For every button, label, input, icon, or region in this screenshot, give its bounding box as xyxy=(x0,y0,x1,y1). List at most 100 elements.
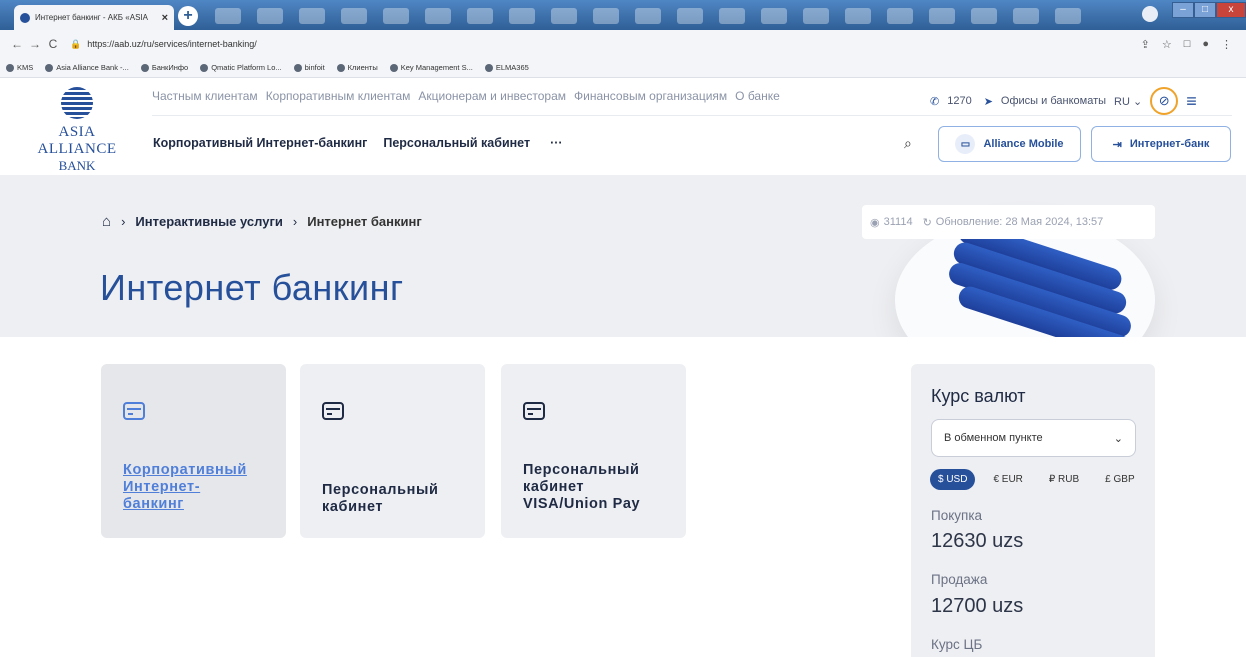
tab-search-icon[interactable] xyxy=(1142,6,1158,22)
reload-icon[interactable]: C xyxy=(44,37,62,51)
share-icon[interactable]: ⇪ xyxy=(1141,38,1150,51)
taskbar-app-icon[interactable] xyxy=(509,8,535,24)
taskbar-app-icon[interactable] xyxy=(803,8,829,24)
card-title[interactable]: Корпоративный Интернет-банкинг xyxy=(123,462,247,513)
rate-source-select[interactable]: В обменном пункте ⌄ xyxy=(931,419,1136,457)
taskbar-app-icon[interactable] xyxy=(593,8,619,24)
url-text[interactable]: https://aab.uz/ru/services/internet-bank… xyxy=(87,39,257,49)
page-title: Интернет банкинг xyxy=(100,267,404,308)
card-title[interactable]: Персональный кабинет xyxy=(322,482,438,516)
hamburger-menu-icon[interactable]: ≡ xyxy=(1186,91,1197,112)
mobile-app-icon: ▭ xyxy=(955,134,976,154)
taskbar-app-icon[interactable] xyxy=(845,8,871,24)
taskbar-app-icon[interactable] xyxy=(1013,8,1039,24)
topnav-shareholders[interactable]: Акционерам и инвесторам xyxy=(418,89,566,103)
tab-rub[interactable]: ₽ RUB xyxy=(1041,469,1087,490)
bookmark[interactable]: KMS xyxy=(6,63,33,72)
bookmark[interactable]: binfoit xyxy=(293,63,325,72)
breadcrumb: ⌂ › Интерактивные услуги › Интернет банк… xyxy=(102,213,422,230)
bookmark[interactable]: ELMA365 xyxy=(484,63,529,72)
window-close-icon[interactable]: x xyxy=(1216,2,1246,18)
new-tab-button[interactable]: + xyxy=(178,6,198,26)
taskbar-app-icon[interactable] xyxy=(257,8,283,24)
hero-section: ⌂ › Интерактивные услуги › Интернет банк… xyxy=(0,175,1246,337)
elma-icon xyxy=(484,63,493,72)
views-eye-icon: ◉ xyxy=(870,216,880,229)
back-icon[interactable]: ← xyxy=(8,37,26,51)
taskbar-app-icon[interactable] xyxy=(467,8,493,24)
accessibility-eye-icon[interactable]: ⊘ xyxy=(1150,87,1179,115)
bookmark[interactable]: БанкИнфо xyxy=(140,63,188,72)
taskbar-app-icon[interactable] xyxy=(299,8,325,24)
card-icon xyxy=(123,402,145,420)
alliance-mobile-button[interactable]: ▭ Alliance Mobile xyxy=(938,126,1081,162)
topnav-financial[interactable]: Финансовым организациям xyxy=(574,89,727,103)
browser-tab[interactable]: Интернет банкинг - АКБ «ASIA × xyxy=(14,5,174,30)
menu-kebab-icon[interactable]: ⋮ xyxy=(1221,38,1232,51)
breadcrumb-interactive-services[interactable]: Интерактивные услуги xyxy=(135,214,282,229)
browser-tabbar: Интернет банкинг - АКБ «ASIA × + – □ x xyxy=(0,0,1246,30)
taskbar-app-icon[interactable] xyxy=(719,8,745,24)
mainnav-personal-cabinet[interactable]: Персональный кабинет xyxy=(383,136,530,150)
taskbar-app-icon[interactable] xyxy=(1055,8,1081,24)
bookmark[interactable]: Asia Alliance Bank -... xyxy=(45,63,129,72)
card-icon xyxy=(523,402,545,420)
card-visa-unionpay[interactable]: Персональный кабинет VISA/Union Pay xyxy=(501,364,686,538)
bank-globe-icon xyxy=(61,87,93,119)
url-field[interactable]: 🔒 https://aab.uz/ru/services/internet-ba… xyxy=(70,39,1141,50)
main-navigation: Корпоративный Интернет-банкинг Персональ… xyxy=(153,136,563,150)
lock-icon[interactable]: 🔒 xyxy=(70,39,81,50)
bookmark[interactable]: Qmatic Platform Lo... xyxy=(200,63,282,72)
forward-icon[interactable]: → xyxy=(26,37,44,51)
card-title[interactable]: Персональный кабинет VISA/Union Pay xyxy=(523,462,640,513)
minimize-icon[interactable]: – xyxy=(1172,2,1194,18)
tab-usd[interactable]: $ USD xyxy=(930,469,976,490)
taskbar-app-icon[interactable] xyxy=(761,8,787,24)
taskbar-app-icon[interactable] xyxy=(635,8,661,24)
bookmark[interactable]: Key Management S... xyxy=(389,63,473,72)
offices-link[interactable]: Офисы и банкоматы xyxy=(1001,95,1106,107)
taskbar-app-icon[interactable] xyxy=(929,8,955,24)
bookmark[interactable]: Клиенты xyxy=(336,63,378,72)
taskbar-app-icon[interactable] xyxy=(383,8,409,24)
breadcrumb-separator: › xyxy=(292,214,298,229)
globe-icon xyxy=(45,63,54,72)
topnav-about[interactable]: О банке xyxy=(735,89,780,103)
sidebar-icon[interactable]: □ xyxy=(1184,38,1191,51)
topnav-private[interactable]: Частным клиентам xyxy=(152,89,258,103)
taskbar-app-icon[interactable] xyxy=(425,8,451,24)
mainnav-more[interactable]: ··· xyxy=(550,136,563,150)
internet-bank-button[interactable]: ⇥ Интернет-банк xyxy=(1091,126,1231,162)
topnav-corporate[interactable]: Корпоративным клиентам xyxy=(266,89,411,103)
card-personal-cabinet[interactable]: Персональный кабинет xyxy=(300,364,485,538)
taskbar-app-icon[interactable] xyxy=(215,8,241,24)
maximize-icon[interactable]: □ xyxy=(1194,2,1216,18)
bank-logo[interactable]: ASIA ALLIANCE BANK xyxy=(18,87,136,173)
globe-icon xyxy=(389,63,398,72)
tab-eur[interactable]: € EUR xyxy=(985,469,1030,490)
globe-icon xyxy=(293,63,302,72)
chevron-down-icon: ⌄ xyxy=(1132,95,1143,108)
home-icon[interactable]: ⌂ xyxy=(102,213,111,230)
tab-gbp[interactable]: £ GBP xyxy=(1097,469,1142,490)
location-arrow-icon: ➤ xyxy=(983,95,993,108)
taskbar-app-icon[interactable] xyxy=(551,8,577,24)
mainnav-corporate-ib[interactable]: Корпоративный Интернет-банкинг xyxy=(153,136,367,150)
tab-title: Интернет банкинг - АКБ «ASIA xyxy=(35,13,148,22)
profile-icon[interactable]: ● xyxy=(1202,38,1209,51)
phone-number[interactable]: 1270 xyxy=(947,95,971,107)
taskbar-app-icon[interactable] xyxy=(341,8,367,24)
globe-icon xyxy=(140,63,149,72)
header-utilities: ✆ 1270 ➤ Офисы и банкоматы RU ⌄ ⊘ ≡ xyxy=(930,87,1197,115)
window-controls: – □ x xyxy=(1172,2,1246,18)
address-bar: ← → C 🔒 https://aab.uz/ru/services/inter… xyxy=(0,30,1246,58)
search-icon[interactable]: ⌕ xyxy=(904,135,912,152)
taskbar-app-icon[interactable] xyxy=(971,8,997,24)
star-icon[interactable]: ☆ xyxy=(1162,38,1172,51)
card-corporate-ib[interactable]: Корпоративный Интернет-банкинг xyxy=(101,364,286,538)
tab-close-icon[interactable]: × xyxy=(162,12,168,24)
taskbar-app-icon[interactable] xyxy=(887,8,913,24)
language-selector[interactable]: RU ⌄ xyxy=(1114,95,1142,108)
taskbar-app-icon[interactable] xyxy=(677,8,703,24)
card-icon xyxy=(322,402,344,420)
